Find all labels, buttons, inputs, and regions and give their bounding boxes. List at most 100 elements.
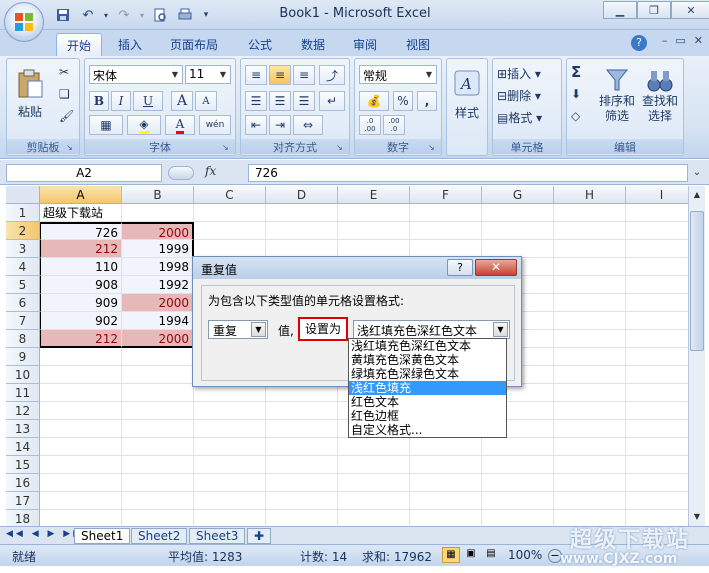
cell-c18[interactable]: [194, 510, 266, 526]
sort-filter-button[interactable]: 排序和 筛选: [597, 61, 637, 131]
cell-g17[interactable]: [482, 492, 554, 510]
cell-b2[interactable]: 2000: [122, 222, 194, 240]
cell-i9[interactable]: [626, 348, 688, 366]
cell-h1[interactable]: [554, 204, 626, 222]
sheet-navigation-icons[interactable]: ◀◀ ◀ ▶ ▶▶: [6, 529, 83, 539]
cell-d2[interactable]: [266, 222, 338, 240]
format-select[interactable]: 浅红填充色深红色文本 ▼: [353, 320, 510, 339]
cell-g2[interactable]: [482, 222, 554, 240]
tab-home[interactable]: 开始: [56, 33, 103, 56]
restore-icon[interactable]: ❐: [637, 1, 671, 19]
cell-i2[interactable]: [626, 222, 688, 240]
cell-a4[interactable]: 110: [40, 258, 122, 276]
cell-a8[interactable]: 212: [40, 330, 122, 348]
decrease-decimal-button[interactable]: .00 .0: [383, 115, 405, 135]
align-right-icon[interactable]: ☰: [293, 91, 315, 111]
insert-sheet-icon[interactable]: ✚: [247, 528, 271, 544]
cell-a11[interactable]: [40, 384, 122, 402]
row-header-6[interactable]: 6: [6, 294, 40, 312]
row-header-12[interactable]: 12: [6, 402, 40, 420]
cell-a1[interactable]: 超级下载站: [40, 204, 122, 222]
cell-f16[interactable]: [410, 474, 482, 492]
column-header-g[interactable]: G: [482, 186, 554, 204]
value-type-select[interactable]: 重复 ▼: [208, 320, 268, 339]
cell-a14[interactable]: [40, 438, 122, 456]
cell-f17[interactable]: [410, 492, 482, 510]
cell-g15[interactable]: [482, 456, 554, 474]
scroll-down-icon[interactable]: ▼: [689, 508, 705, 526]
row-header-7[interactable]: 7: [6, 312, 40, 330]
column-header-h[interactable]: H: [554, 186, 626, 204]
cell-a13[interactable]: [40, 420, 122, 438]
tab-review[interactable]: 审阅: [343, 33, 387, 56]
cell-f18[interactable]: [410, 510, 482, 526]
dialog-close-button[interactable]: ✕: [475, 259, 517, 276]
cell-e2[interactable]: [338, 222, 410, 240]
sheet-tab-3[interactable]: Sheet3: [189, 528, 246, 544]
cell-h15[interactable]: [554, 456, 626, 474]
minimize-icon[interactable]: ▁: [603, 1, 637, 19]
percent-button[interactable]: %: [393, 91, 413, 111]
tab-insert[interactable]: 插入: [108, 33, 152, 56]
workbook-restore-icon[interactable]: ▭: [675, 34, 685, 47]
cell-h8[interactable]: [554, 330, 626, 348]
cell-b3[interactable]: 1999: [122, 240, 194, 258]
sheet-tab-2[interactable]: Sheet2: [131, 528, 188, 544]
sheet-tab-1[interactable]: Sheet1: [74, 528, 131, 544]
underline-button[interactable]: U: [133, 91, 163, 111]
close-icon[interactable]: ✕: [671, 1, 709, 19]
dialog-help-button[interactable]: ?: [447, 259, 473, 276]
format-option[interactable]: 浅红填充色深红色文本: [349, 339, 506, 353]
cell-b10[interactable]: [122, 366, 194, 384]
cell-b18[interactable]: [122, 510, 194, 526]
cell-b15[interactable]: [122, 456, 194, 474]
cell-d15[interactable]: [266, 456, 338, 474]
cell-h9[interactable]: [554, 348, 626, 366]
scroll-thumb[interactable]: [690, 211, 704, 351]
row-header-9[interactable]: 9: [6, 348, 40, 366]
save-icon[interactable]: [52, 5, 74, 25]
orientation-icon[interactable]: ⤴: [319, 65, 345, 85]
cell-d16[interactable]: [266, 474, 338, 492]
redo-dropdown-icon[interactable]: ▾: [138, 5, 146, 25]
alignment-launcher-icon[interactable]: ↘: [336, 143, 346, 153]
fill-color-button[interactable]: ◈: [127, 115, 161, 135]
cell-i10[interactable]: [626, 366, 688, 384]
cell-h10[interactable]: [554, 366, 626, 384]
format-option[interactable]: 浅红色填充: [349, 381, 506, 395]
column-header-e[interactable]: E: [338, 186, 410, 204]
workbook-minimize-icon[interactable]: –: [662, 34, 668, 47]
cell-i14[interactable]: [626, 438, 688, 456]
cell-h12[interactable]: [554, 402, 626, 420]
cell-e18[interactable]: [338, 510, 410, 526]
number-format-combo[interactable]: 常规 ▼: [359, 65, 437, 84]
accounting-format-icon[interactable]: 💰: [359, 91, 389, 111]
cell-f1[interactable]: [410, 204, 482, 222]
autosum-button[interactable]: Σ: [571, 63, 581, 81]
cell-i13[interactable]: [626, 420, 688, 438]
cell-i15[interactable]: [626, 456, 688, 474]
grow-font-button[interactable]: A: [171, 91, 193, 111]
cell-i1[interactable]: [626, 204, 688, 222]
cell-b11[interactable]: [122, 384, 194, 402]
office-button[interactable]: [4, 2, 44, 42]
cell-b17[interactable]: [122, 492, 194, 510]
cell-f2[interactable]: [410, 222, 482, 240]
find-select-button[interactable]: 查找和 选择: [639, 61, 681, 131]
formula-bar-expand-icon[interactable]: ⌄: [690, 164, 704, 182]
comma-button[interactable]: ,: [417, 91, 437, 111]
merge-center-icon[interactable]: ⇔: [293, 115, 323, 135]
print-preview-icon[interactable]: [149, 5, 171, 25]
insert-function-button[interactable]: fx: [205, 164, 245, 182]
cell-a5[interactable]: 908: [40, 276, 122, 294]
cell-a3[interactable]: 212: [40, 240, 122, 258]
row-header-8[interactable]: 8: [6, 330, 40, 348]
cell-b12[interactable]: [122, 402, 194, 420]
font-launcher-icon[interactable]: ↘: [222, 143, 232, 153]
cell-i3[interactable]: [626, 240, 688, 258]
cell-i17[interactable]: [626, 492, 688, 510]
cell-a2[interactable]: 726: [40, 222, 122, 240]
column-header-c[interactable]: C: [194, 186, 266, 204]
fill-icon[interactable]: ⬇: [571, 87, 581, 101]
cell-h4[interactable]: [554, 258, 626, 276]
